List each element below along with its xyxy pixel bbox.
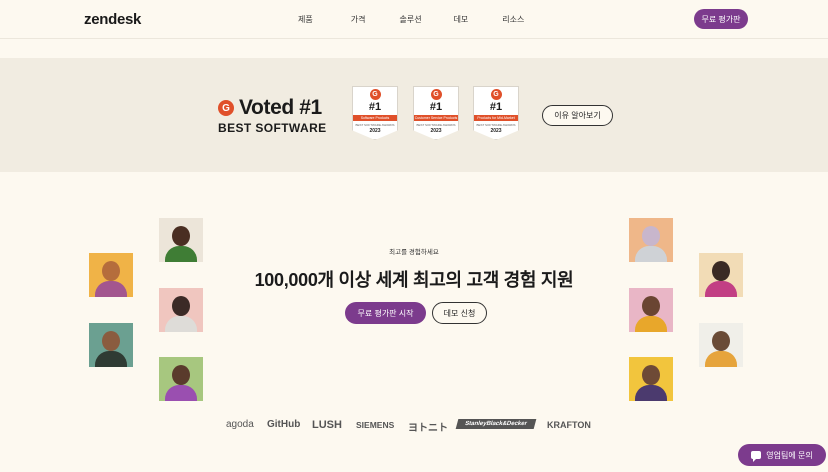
voted-title: Voted #1: [239, 96, 322, 119]
stanley-logo: StanleyBlack&Decker: [455, 419, 537, 429]
g2-logo-icon: G: [218, 100, 234, 116]
main-nav: 제품 가격 솔루션 데모 리소스: [298, 14, 562, 25]
badge-category: Software Products: [353, 115, 397, 121]
github-logo: GitHub: [267, 419, 301, 430]
hero-headline: 100,000개 이상 세계 최고의 고객 경험 지원: [254, 270, 574, 290]
customer-photo: [89, 323, 133, 367]
contact-sales-button[interactable]: 영업팀에 문의: [738, 444, 826, 466]
customer-photo: [629, 288, 673, 332]
nav-item-solutions[interactable]: 솔루션: [399, 14, 421, 25]
customer-photo: [629, 357, 673, 401]
nav-item-pricing[interactable]: 가격: [351, 14, 366, 25]
learn-why-button[interactable]: 이유 알아보기: [542, 105, 613, 126]
badge-subtitle: BEST SOFTWARE AWARDS: [476, 123, 516, 127]
g2-badge-icon: G: [369, 89, 381, 100]
zendesk-logo[interactable]: zendesk: [84, 11, 141, 28]
chat-icon: [751, 451, 762, 462]
top-header: zendesk 제품 가격 솔루션 데모 리소스 무료 평가판: [0, 0, 828, 38]
customer-photo: [159, 288, 203, 332]
badge-subtitle: BEST SOFTWARE AWARDS: [416, 123, 456, 127]
best-software-label: BEST SOFTWARE: [218, 121, 327, 135]
krafton-logo: KRAFTON: [547, 420, 591, 430]
free-trial-button[interactable]: 무료 평가판: [694, 9, 748, 29]
lush-logo: LUSH: [312, 419, 342, 431]
badge-rank: #1: [368, 101, 382, 113]
request-demo-button[interactable]: 데모 신청: [432, 302, 487, 324]
g2-badge-mid-market: G #1 Products for Mid-Market BEST SOFTWA…: [473, 86, 519, 140]
g2-badge-icon: G: [490, 89, 502, 100]
g2-badge-customer-service: G #1 Customer Service Products BEST SOFT…: [413, 86, 459, 140]
nav-item-resources[interactable]: 리소스: [502, 14, 524, 25]
voted-heading: G Voted #1: [218, 96, 322, 120]
badge-rank: #1: [489, 101, 503, 113]
badge-year: 2023: [430, 128, 442, 134]
badge-subtitle: BEST SOFTWARE AWARDS: [355, 123, 395, 127]
siemens-logo: SIEMENS: [356, 420, 395, 430]
start-free-trial-button[interactable]: 무료 평가판 시작: [345, 302, 426, 324]
badge-category: Customer Service Products: [414, 115, 458, 121]
contact-sales-label: 영업팀에 문의: [766, 450, 813, 460]
customer-photo: [159, 357, 203, 401]
nav-item-demo[interactable]: 데모: [454, 14, 469, 25]
badge-year: 2023: [490, 128, 502, 134]
customer-logos: agoda GitHub LUSH SIEMENS ヨトニト StanleyBl…: [0, 415, 828, 435]
g2-badge-software-products: G #1 Software Products BEST SOFTWARE AWA…: [352, 86, 398, 140]
nav-item-products[interactable]: 제품: [298, 14, 313, 25]
hero-eyebrow: 최고를 경험하세요: [389, 249, 439, 256]
customer-photo: [699, 323, 743, 367]
g2-badge-icon: G: [430, 89, 442, 100]
badge-year: 2023: [369, 128, 381, 134]
agoda-logo: agoda: [226, 419, 254, 430]
etoeto-logo: ヨトニト: [408, 423, 448, 434]
badge-rank: #1: [429, 101, 443, 113]
badge-category: Products for Mid-Market: [474, 115, 518, 121]
